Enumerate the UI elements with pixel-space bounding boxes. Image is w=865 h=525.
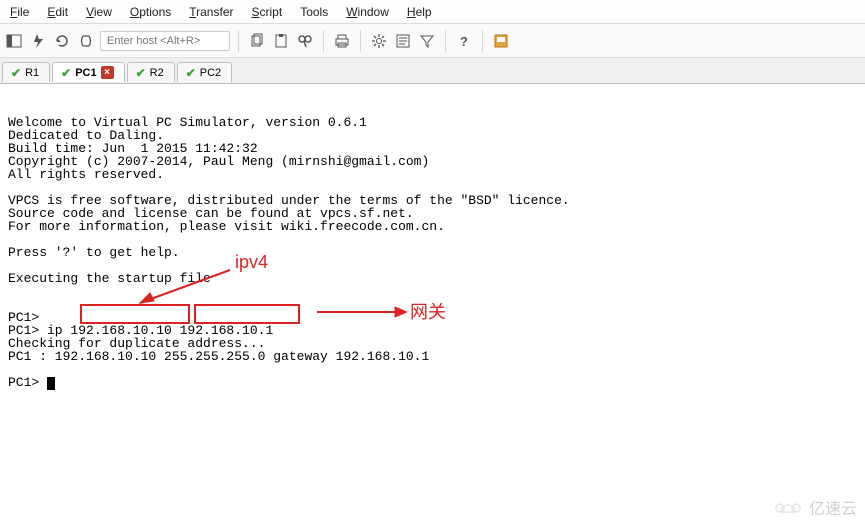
annotation-label-gateway: 网关 xyxy=(410,298,446,324)
terminal[interactable]: Welcome to Virtual PC Simulator, version… xyxy=(0,84,865,396)
terminal-line: For more information, please visit wiki.… xyxy=(8,219,445,234)
watermark-text: 亿速云 xyxy=(809,495,857,519)
filter-icon[interactable] xyxy=(417,31,437,51)
toolbar-separator xyxy=(323,30,324,52)
annotation-arrow-gateway xyxy=(312,305,407,319)
panel-toggle-icon[interactable] xyxy=(4,31,24,51)
tab-pc1[interactable]: ✔ PC1 × xyxy=(52,62,124,82)
print-icon[interactable] xyxy=(332,31,352,51)
tab-label: R1 xyxy=(25,67,39,79)
toolbar-separator xyxy=(360,30,361,52)
menu-transfer[interactable]: Transfer xyxy=(189,5,233,19)
menu-options[interactable]: Options xyxy=(130,5,171,19)
quick-connect-icon[interactable] xyxy=(28,31,48,51)
check-icon: ✔ xyxy=(11,66,21,80)
menu-file[interactable]: File xyxy=(10,5,29,19)
menu-edit[interactable]: Edit xyxy=(47,5,68,19)
settings-icon[interactable] xyxy=(369,31,389,51)
tab-r2[interactable]: ✔ R2 xyxy=(127,62,175,82)
check-icon: ✔ xyxy=(136,66,146,80)
menu-script[interactable]: Script xyxy=(252,5,283,19)
tab-pc2[interactable]: ✔ PC2 xyxy=(177,62,232,82)
host-input[interactable] xyxy=(100,31,230,51)
toolbar-separator xyxy=(238,30,239,52)
tab-bar: ✔ R1 ✔ PC1 × ✔ R2 ✔ PC2 xyxy=(0,58,865,84)
menu-tools[interactable]: Tools xyxy=(300,5,328,19)
disconnect-icon[interactable] xyxy=(76,31,96,51)
properties-icon[interactable] xyxy=(393,31,413,51)
find-icon[interactable] xyxy=(295,31,315,51)
tab-label: PC1 xyxy=(75,67,96,79)
paste-icon[interactable] xyxy=(271,31,291,51)
check-icon: ✔ xyxy=(61,66,71,80)
toolbar: ? xyxy=(0,24,865,58)
menu-help[interactable]: Help xyxy=(407,5,432,19)
annotation-arrow-ipv4 xyxy=(130,265,240,310)
terminal-line: PC1 : 192.168.10.10 255.255.255.0 gatewa… xyxy=(8,349,429,364)
app-icon[interactable] xyxy=(491,31,511,51)
terminal-line: Press '?' to get help. xyxy=(8,245,180,260)
watermark: 亿速云 xyxy=(773,495,857,519)
copy-icon[interactable] xyxy=(247,31,267,51)
cursor xyxy=(47,377,55,390)
close-tab-icon[interactable]: × xyxy=(101,66,114,79)
terminal-prompt: PC1> xyxy=(8,375,47,390)
reconnect-icon[interactable] xyxy=(52,31,72,51)
menu-bar: File Edit View Options Transfer Script T… xyxy=(0,0,865,24)
terminal-line: All rights reserved. xyxy=(8,167,164,182)
help-icon[interactable]: ? xyxy=(454,31,474,51)
tab-label: R2 xyxy=(150,67,164,79)
tab-label: PC2 xyxy=(200,67,221,79)
menu-view[interactable]: View xyxy=(86,5,112,19)
menu-window[interactable]: Window xyxy=(346,5,389,19)
toolbar-separator xyxy=(445,30,446,52)
svg-text:?: ? xyxy=(460,34,468,49)
check-icon: ✔ xyxy=(186,66,196,80)
tab-r1[interactable]: ✔ R1 xyxy=(2,62,50,82)
toolbar-separator xyxy=(482,30,483,52)
